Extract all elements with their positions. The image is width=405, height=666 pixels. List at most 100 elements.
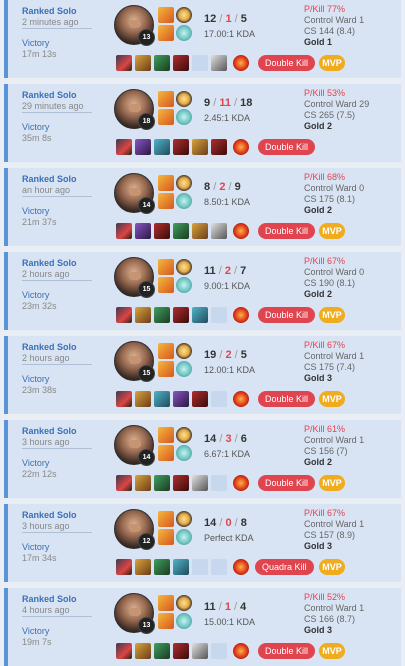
trinket-icon[interactable] — [233, 643, 249, 659]
summoner-spell-1-icon[interactable] — [158, 175, 174, 191]
trinket-icon[interactable] — [233, 307, 249, 323]
item-icon[interactable] — [135, 139, 151, 155]
summoner-spell-2-icon[interactable] — [158, 25, 174, 41]
item-icon[interactable] — [173, 307, 189, 323]
match-card[interactable]: Ranked Solo 2 minutes ago Victory 17m 13… — [4, 0, 401, 78]
trinket-icon[interactable] — [233, 475, 249, 491]
summoner-spell-1-icon[interactable] — [158, 91, 174, 107]
champion-portrait[interactable]: 12 — [114, 509, 155, 550]
item-icon[interactable] — [135, 559, 151, 575]
primary-rune-icon[interactable] — [176, 343, 192, 359]
summoner-spell-2-icon[interactable] — [158, 277, 174, 293]
item-icon[interactable] — [135, 475, 151, 491]
champion-face-icon — [129, 20, 141, 28]
item-icon[interactable] — [173, 223, 189, 239]
item-icon[interactable] — [173, 391, 189, 407]
item-icon[interactable] — [192, 643, 208, 659]
item-icon[interactable] — [154, 643, 170, 659]
item-icon[interactable] — [154, 391, 170, 407]
item-icon[interactable] — [173, 475, 189, 491]
item-icon[interactable] — [116, 391, 132, 407]
item-icon[interactable] — [116, 223, 132, 239]
match-card[interactable]: Ranked Solo 4 hours ago Victory 19m 7s 1… — [4, 588, 401, 666]
item-icon[interactable] — [154, 559, 170, 575]
summoner-spell-2-icon[interactable] — [158, 613, 174, 629]
match-card[interactable]: Ranked Solo 2 hours ago Victory 23m 32s … — [4, 252, 401, 330]
trinket-icon[interactable] — [233, 223, 249, 239]
secondary-rune-icon[interactable] — [176, 445, 192, 461]
champion-portrait[interactable]: 15 — [114, 341, 155, 382]
item-icon[interactable] — [211, 223, 227, 239]
champion-portrait[interactable]: 13 — [114, 5, 155, 46]
primary-rune-icon[interactable] — [176, 259, 192, 275]
item-icon[interactable] — [192, 391, 208, 407]
item-icon[interactable] — [211, 55, 227, 71]
item-icon[interactable] — [154, 55, 170, 71]
match-card[interactable]: Ranked Solo 3 hours ago Victory 17m 34s … — [4, 504, 401, 582]
item-icon[interactable] — [154, 475, 170, 491]
control-ward-count: Control Ward 1 — [304, 603, 365, 613]
summoner-spell-2-icon[interactable] — [158, 193, 174, 209]
summoner-spell-1-icon[interactable] — [158, 595, 174, 611]
trinket-icon[interactable] — [233, 391, 249, 407]
champion-portrait[interactable]: 18 — [114, 89, 155, 130]
secondary-rune-icon[interactable] — [176, 361, 192, 377]
summoner-spell-2-icon[interactable] — [158, 109, 174, 125]
item-icon[interactable] — [173, 55, 189, 71]
champion-portrait[interactable]: 13 — [114, 593, 155, 634]
kda-ratio: Perfect KDA — [204, 533, 254, 543]
secondary-rune-icon[interactable] — [176, 109, 192, 125]
match-card[interactable]: Ranked Solo 2 hours ago Victory 23m 38s … — [4, 336, 401, 414]
item-icon[interactable] — [154, 307, 170, 323]
primary-rune-icon[interactable] — [176, 595, 192, 611]
champion-portrait[interactable]: 14 — [114, 425, 155, 466]
secondary-rune-icon[interactable] — [176, 613, 192, 629]
secondary-rune-icon[interactable] — [176, 25, 192, 41]
item-icon[interactable] — [192, 139, 208, 155]
primary-rune-icon[interactable] — [176, 511, 192, 527]
match-card[interactable]: Ranked Solo 3 hours ago Victory 22m 12s … — [4, 420, 401, 498]
trinket-icon[interactable] — [233, 139, 249, 155]
item-icon[interactable] — [192, 307, 208, 323]
item-icon[interactable] — [173, 139, 189, 155]
item-icon[interactable] — [116, 55, 132, 71]
summoner-spell-2-icon[interactable] — [158, 445, 174, 461]
item-icon[interactable] — [211, 139, 227, 155]
primary-rune-icon[interactable] — [176, 175, 192, 191]
item-icon[interactable] — [116, 559, 132, 575]
primary-rune-icon[interactable] — [176, 91, 192, 107]
champion-portrait[interactable]: 14 — [114, 173, 155, 214]
summoner-spell-1-icon[interactable] — [158, 511, 174, 527]
primary-rune-icon[interactable] — [176, 427, 192, 443]
summoner-spell-1-icon[interactable] — [158, 427, 174, 443]
item-icon[interactable] — [116, 643, 132, 659]
match-card[interactable]: Ranked Solo 29 minutes ago Victory 35m 8… — [4, 84, 401, 162]
item-icon[interactable] — [154, 139, 170, 155]
champion-portrait[interactable]: 15 — [114, 257, 155, 298]
item-icon[interactable] — [135, 307, 151, 323]
summoner-spell-1-icon[interactable] — [158, 7, 174, 23]
match-card[interactable]: Ranked Solo an hour ago Victory 21m 37s … — [4, 168, 401, 246]
item-icon[interactable] — [173, 643, 189, 659]
summoner-spell-2-icon[interactable] — [158, 529, 174, 545]
item-icon[interactable] — [192, 223, 208, 239]
item-icon[interactable] — [135, 391, 151, 407]
summoner-spell-1-icon[interactable] — [158, 259, 174, 275]
trinket-icon[interactable] — [233, 559, 249, 575]
item-icon[interactable] — [154, 223, 170, 239]
item-icon[interactable] — [135, 55, 151, 71]
item-icon[interactable] — [116, 139, 132, 155]
trinket-icon[interactable] — [233, 55, 249, 71]
summoner-spell-2-icon[interactable] — [158, 361, 174, 377]
summoner-spell-1-icon[interactable] — [158, 343, 174, 359]
secondary-rune-icon[interactable] — [176, 529, 192, 545]
item-icon[interactable] — [192, 475, 208, 491]
primary-rune-icon[interactable] — [176, 7, 192, 23]
item-icon[interactable] — [116, 307, 132, 323]
item-icon[interactable] — [135, 223, 151, 239]
item-icon[interactable] — [116, 475, 132, 491]
item-icon[interactable] — [135, 643, 151, 659]
secondary-rune-icon[interactable] — [176, 193, 192, 209]
secondary-rune-icon[interactable] — [176, 277, 192, 293]
item-icon[interactable] — [173, 559, 189, 575]
